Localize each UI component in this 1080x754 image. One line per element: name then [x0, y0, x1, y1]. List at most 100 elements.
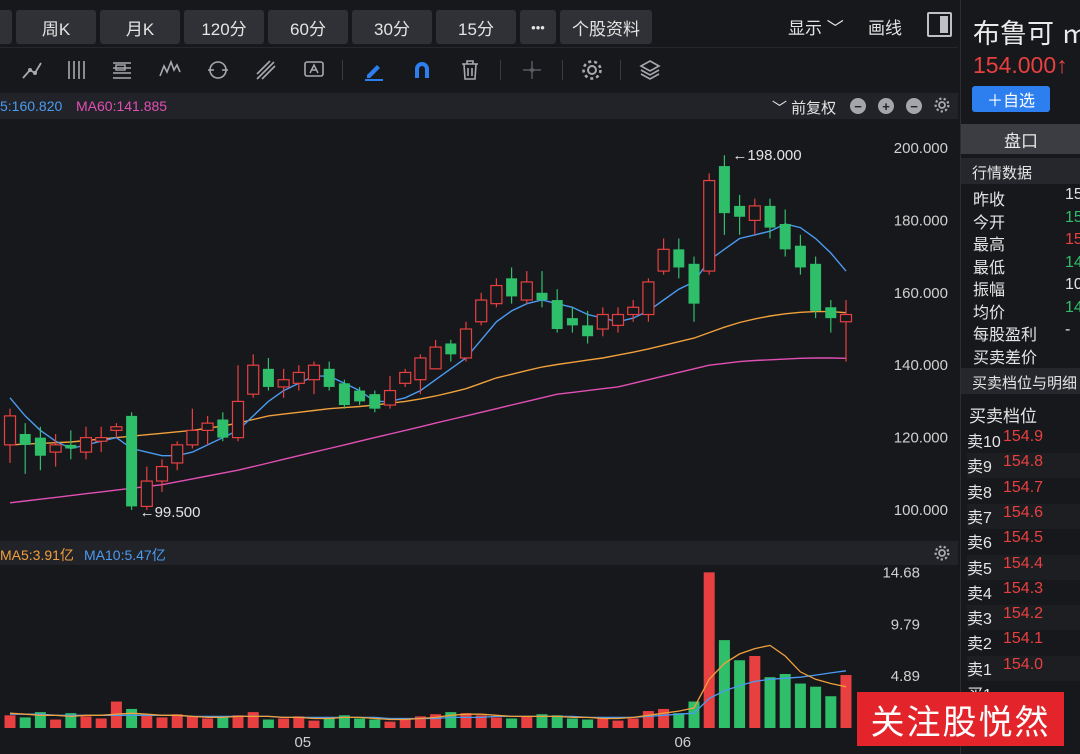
- candle[interactable]: [429, 339, 442, 370]
- volume-bar[interactable]: [50, 719, 62, 728]
- candle[interactable]: [201, 415, 214, 445]
- pen-icon[interactable]: [362, 58, 386, 82]
- candle[interactable]: [475, 292, 488, 326]
- volume-bar[interactable]: [703, 572, 715, 728]
- volume-bar[interactable]: [460, 713, 472, 728]
- candle[interactable]: [718, 155, 730, 235]
- volume-bar[interactable]: [764, 677, 776, 728]
- crosshair-icon[interactable]: [520, 58, 544, 82]
- volume-bar[interactable]: [202, 718, 214, 728]
- volume-bar[interactable]: [141, 715, 153, 728]
- volume-bar[interactable]: [627, 718, 639, 728]
- candle[interactable]: [459, 321, 473, 362]
- volume-bar[interactable]: [566, 718, 578, 728]
- minus-icon[interactable]: −: [906, 98, 922, 114]
- volume-bar[interactable]: [4, 715, 16, 728]
- volume-bar[interactable]: [156, 717, 168, 728]
- candle[interactable]: [839, 300, 853, 362]
- volume-bar[interactable]: [521, 716, 533, 728]
- volume-bar[interactable]: [612, 720, 624, 728]
- candle[interactable]: [292, 365, 305, 391]
- candle[interactable]: [354, 386, 366, 406]
- ask-row[interactable]: 卖6 154.5: [967, 529, 1080, 555]
- draw-line-button[interactable]: 画线: [868, 14, 902, 39]
- candle[interactable]: [642, 278, 655, 322]
- price-adjust-dropdown[interactable]: ﹀ 前复权: [772, 97, 836, 118]
- candle[interactable]: [703, 173, 716, 275]
- volume-bar[interactable]: [794, 683, 806, 728]
- volume-bar[interactable]: [186, 716, 198, 728]
- period-tab-15min[interactable]: 15分: [436, 10, 516, 44]
- plus-icon[interactable]: +: [878, 98, 894, 114]
- fibonacci-tool-icon[interactable]: [110, 58, 134, 82]
- ask-row[interactable]: 卖7 154.6: [967, 503, 1080, 529]
- ask-row[interactable]: 卖4 154.3: [967, 579, 1080, 605]
- volume-bar[interactable]: [354, 718, 366, 728]
- volume-bar[interactable]: [718, 640, 730, 728]
- ask-row[interactable]: 卖3 154.2: [967, 605, 1080, 631]
- wave-tool-icon[interactable]: [158, 58, 182, 82]
- ask-row[interactable]: 卖10 154.9: [967, 428, 1080, 453]
- volume-bar[interactable]: [171, 714, 183, 728]
- stock-profile-tab[interactable]: 个股资料: [560, 10, 652, 44]
- candle[interactable]: [186, 408, 199, 449]
- period-tab-30min[interactable]: 30分: [352, 10, 432, 44]
- candle[interactable]: [19, 423, 31, 474]
- minus-icon[interactable]: −: [850, 98, 866, 114]
- ask-row[interactable]: 卖5 154.4: [967, 554, 1080, 580]
- volume-bar[interactable]: [126, 708, 138, 728]
- add-watchlist-button[interactable]: ＋自选: [972, 86, 1050, 112]
- candle[interactable]: [490, 278, 503, 308]
- ask-row[interactable]: 卖2 154.1: [967, 630, 1080, 656]
- period-tab-120min[interactable]: 120分: [184, 10, 264, 44]
- ask-row[interactable]: 卖1 154.0: [967, 655, 1080, 681]
- market-data-title[interactable]: 行情数据: [961, 158, 1080, 184]
- candle[interactable]: [673, 238, 685, 279]
- candle[interactable]: [247, 354, 260, 398]
- candle[interactable]: [688, 256, 700, 322]
- candle[interactable]: [596, 307, 609, 337]
- candle[interactable]: [536, 271, 548, 308]
- volume-bar[interactable]: [734, 660, 746, 728]
- volume-bar[interactable]: [840, 675, 852, 728]
- cycle-tool-icon[interactable]: [206, 58, 230, 82]
- period-tab-cut[interactable]: [0, 10, 12, 44]
- candle[interactable]: [399, 368, 412, 387]
- volume-bar[interactable]: [582, 719, 594, 728]
- volume-chart[interactable]: 14.68 9.79 4.89 05 06: [0, 540, 958, 754]
- gear-icon[interactable]: [580, 58, 604, 82]
- candle[interactable]: [825, 300, 837, 333]
- volume-bar[interactable]: [369, 719, 381, 728]
- volume-bar[interactable]: [490, 717, 502, 728]
- candle[interactable]: [217, 412, 229, 442]
- candle[interactable]: [657, 238, 670, 275]
- layers-icon[interactable]: [638, 58, 662, 82]
- candle[interactable]: [262, 357, 274, 391]
- volume-bar[interactable]: [506, 718, 518, 728]
- gear-icon[interactable]: [933, 96, 951, 114]
- candle[interactable]: [748, 198, 761, 235]
- candle[interactable]: [65, 430, 77, 460]
- magnet-icon[interactable]: [410, 58, 434, 82]
- candlestick-chart[interactable]: 200.000 180.000 160.000 140.000 120.000 100.0…: [0, 119, 958, 539]
- ask-row[interactable]: 卖8 154.7: [967, 478, 1080, 504]
- trend-line-tool-icon[interactable]: [20, 58, 44, 82]
- depth-title[interactable]: 买卖档位与明细: [961, 368, 1080, 394]
- period-tab-60min[interactable]: 60分: [268, 10, 348, 44]
- volume-bar[interactable]: [308, 720, 320, 728]
- candle[interactable]: [110, 423, 123, 438]
- ask-row[interactable]: 卖9 154.8: [967, 453, 1080, 479]
- volume-bar[interactable]: [262, 719, 274, 728]
- trash-icon[interactable]: [458, 58, 482, 82]
- text-annotation-icon[interactable]: [302, 58, 326, 82]
- tab-order-book[interactable]: 盘口: [961, 124, 1080, 154]
- parallel-lines-tool-icon[interactable]: [64, 58, 88, 82]
- candle[interactable]: [3, 408, 17, 463]
- candle[interactable]: [611, 307, 625, 333]
- volume-bar[interactable]: [658, 708, 670, 728]
- volume-bar[interactable]: [278, 718, 290, 728]
- candle[interactable]: [171, 441, 184, 471]
- volume-bar[interactable]: [673, 713, 685, 728]
- candle[interactable]: [566, 307, 578, 333]
- candle[interactable]: [810, 256, 822, 319]
